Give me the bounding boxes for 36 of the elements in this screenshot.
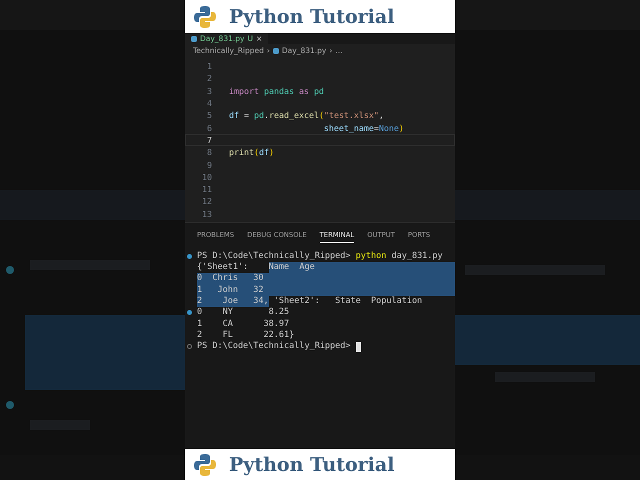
line-number: 5 xyxy=(206,110,212,120)
line-number: 10 xyxy=(201,172,212,182)
line-number: 8 xyxy=(206,147,212,158)
terminal-text: {'Sheet1': xyxy=(197,262,250,274)
file-icon xyxy=(272,48,279,54)
code-text: df = pd.read_excel("test.xlsx", xyxy=(229,110,384,120)
banner-title: Python Tutorial xyxy=(229,454,394,476)
line-number: 13 xyxy=(201,208,212,219)
terminal-text: 0 NY 8.25 xyxy=(197,307,290,319)
line-number: 6 xyxy=(206,122,212,133)
logo-icon xyxy=(193,4,217,28)
terminal-text: python xyxy=(356,250,386,262)
line-number: 4 xyxy=(206,98,212,108)
line-number: 7 xyxy=(206,134,212,145)
terminal-text: 'Sheet2': State Population xyxy=(272,296,422,308)
line-number: 12 xyxy=(201,196,212,206)
code-text: sheet_name=None) xyxy=(322,122,404,133)
terminal-text: 2 Joe 34, xyxy=(197,296,269,308)
line-number: 9 xyxy=(206,160,212,170)
code-text: import pandas as pd xyxy=(229,86,324,96)
line-number: 2 xyxy=(206,73,212,84)
line-number: 1 xyxy=(206,61,212,72)
line-number: 3 xyxy=(206,86,212,96)
terminal-text: PS D:\Code\Technically_Ripped> xyxy=(197,250,352,262)
code-text: print(df) xyxy=(229,147,274,158)
line-number: 11 xyxy=(201,184,212,194)
terminal-text: Name Age xyxy=(268,262,455,274)
banner-title: Python Tutorial xyxy=(229,6,394,28)
terminal-text: 2 FL 22.61} xyxy=(197,330,294,342)
terminal-text: 1 CA 38.97 xyxy=(197,318,290,330)
file-icon xyxy=(191,36,197,42)
terminal-text: 1 John 32 xyxy=(197,284,455,296)
terminal-text: day_831.py xyxy=(390,250,443,262)
logo-icon xyxy=(193,452,217,477)
terminal-text: PS D:\Code\Technically_Ripped> xyxy=(197,341,352,353)
terminal-text: 0 Chris 30 xyxy=(197,273,455,285)
